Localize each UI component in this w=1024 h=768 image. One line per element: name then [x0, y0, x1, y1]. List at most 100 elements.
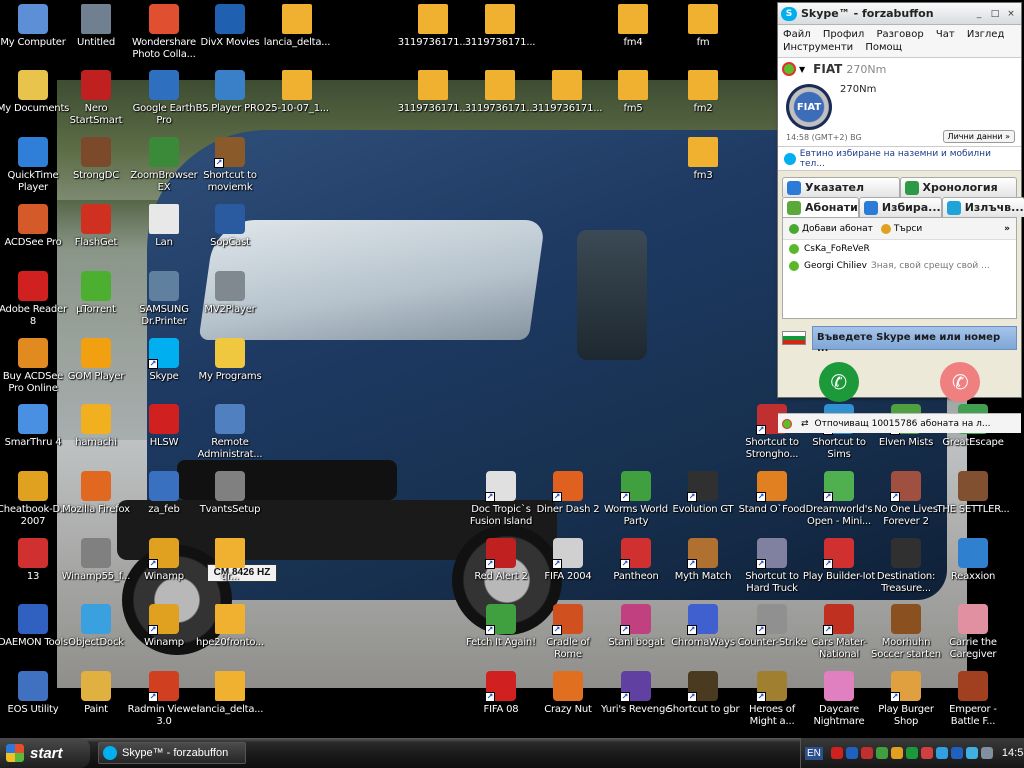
- desktop-icon[interactable]: Reaxxion: [935, 536, 1011, 602]
- desktop-icon[interactable]: Nero StartSmart: [58, 68, 134, 134]
- desktop-icon[interactable]: My Programs: [192, 336, 268, 402]
- skype-title-bar[interactable]: S Skype™ - forzabuffon _ □ ×: [778, 3, 1021, 25]
- desktop-icon[interactable]: Carrie the Caregiver: [935, 602, 1011, 668]
- desktop-icon[interactable]: ↗ Yuri's Revenge: [598, 669, 674, 735]
- desktop-icon[interactable]: ↗ Radmin Viewer 3.0: [126, 669, 202, 735]
- tray-app-icon[interactable]: [980, 747, 993, 759]
- personal-info-button[interactable]: Лични данни »: [942, 130, 1015, 143]
- desktop-icon[interactable]: fm2: [665, 68, 741, 134]
- menu-tools[interactable]: Инструменти: [783, 42, 853, 53]
- tray-app-icon[interactable]: [830, 747, 843, 759]
- desktop-icon[interactable]: ↗ FIFA 08: [463, 669, 539, 735]
- desktop-icon[interactable]: ↗ Pantheon: [598, 536, 674, 602]
- start-button[interactable]: start: [0, 738, 90, 768]
- clock[interactable]: 14:58: [1002, 747, 1024, 759]
- desktop-icon[interactable]: ↗ Skype: [126, 336, 202, 402]
- tray-app-icon[interactable]: [905, 747, 918, 759]
- call-button[interactable]: ✆: [818, 362, 859, 402]
- desktop-icon[interactable]: ↗ Worms World Party: [598, 469, 674, 535]
- desktop-icon[interactable]: hamachi: [58, 402, 134, 468]
- desktop-icon[interactable]: lancia_delta...: [192, 669, 268, 735]
- desktop-icon[interactable]: FlashGet: [58, 202, 134, 268]
- desktop-icon[interactable]: ObjectDock: [58, 602, 134, 668]
- desktop-icon[interactable]: ↗ Stand O`Food: [734, 469, 810, 535]
- desktop-icon[interactable]: ↗ Play Builder-Iot: [801, 536, 877, 602]
- tab-contacts[interactable]: Абонати: [782, 197, 859, 217]
- desktop-icon[interactable]: ↗ Red Alert 2: [463, 536, 539, 602]
- menu-view[interactable]: Изглед: [967, 29, 1005, 40]
- tray-app-icon[interactable]: [875, 747, 888, 759]
- close-button[interactable]: ×: [1004, 8, 1018, 20]
- desktop-icon[interactable]: ↗ Fetch It Again!: [463, 602, 539, 668]
- desktop-icon[interactable]: qr...: [192, 536, 268, 602]
- maximize-button[interactable]: □: [988, 8, 1002, 20]
- skype-window[interactable]: S Skype™ - forzabuffon _ □ × Файл Профил…: [777, 2, 1024, 433]
- tab-directory[interactable]: Указател: [782, 177, 900, 197]
- desktop-icon[interactable]: ↗ Winamp: [126, 536, 202, 602]
- taskbar-item-skype[interactable]: Skype™ - forzabuffon: [98, 742, 246, 764]
- profile-avatar[interactable]: FIAT: [786, 84, 832, 130]
- tray-app-icon[interactable]: [935, 747, 948, 759]
- desktop-icon[interactable]: 25-10-07_1...: [259, 68, 335, 134]
- contact-item[interactable]: CsKa_FoReVeR: [783, 240, 1016, 257]
- desktop-icon[interactable]: ↗ Play Burger Shop: [868, 669, 944, 735]
- online-status-icon[interactable]: [782, 62, 796, 76]
- desktop-icon[interactable]: Crazy Nut: [530, 669, 606, 735]
- desktop-icon[interactable]: Winamp55_f...: [58, 536, 134, 602]
- tab-broadcast[interactable]: Излъчв...: [941, 197, 1024, 217]
- desktop-icon[interactable]: ↗ Doc Tropic`s Fusion Island: [463, 469, 539, 535]
- desktop-icon[interactable]: ↗ No One Lives Forever 2: [868, 469, 944, 535]
- add-contact-button[interactable]: Добави абонат: [789, 223, 873, 234]
- tray-app-icon[interactable]: [890, 747, 903, 759]
- desktop-icon[interactable]: ↗ Winamp: [126, 602, 202, 668]
- desktop-icon[interactable]: Moorhuhn Soccer starten: [868, 602, 944, 668]
- tray-app-icon[interactable]: [920, 747, 933, 759]
- country-flag-icon[interactable]: [782, 331, 806, 345]
- desktop-icon[interactable]: ↗ Evolution GT: [665, 469, 741, 535]
- desktop-icon[interactable]: ↗ Shortcut to moviemk: [192, 135, 268, 201]
- desktop-icon[interactable]: 3119736171...: [462, 2, 538, 68]
- desktop-icon[interactable]: ↗ Dreamworld's Open - Mini...: [801, 469, 877, 535]
- tab-history[interactable]: Хронология: [899, 177, 1017, 197]
- desktop-icon[interactable]: 3119736171...: [462, 68, 538, 134]
- mood-message-field[interactable]: 270Nm: [840, 84, 876, 95]
- desktop-icon[interactable]: HLSW: [126, 402, 202, 468]
- desktop-icon[interactable]: StrongDC: [58, 135, 134, 201]
- contact-item[interactable]: Georgi Chiliev Зная, свой срещу свой ...: [783, 257, 1016, 274]
- desktop-icon[interactable]: ↗ ChromaWays: [665, 602, 741, 668]
- desktop-icon[interactable]: Mozilla Firefox: [58, 469, 134, 535]
- desktop-icon[interactable]: fm3: [665, 135, 741, 201]
- desktop-icon[interactable]: BS.Player PRO: [192, 68, 268, 134]
- desktop-icon[interactable]: DivX Movies: [192, 2, 268, 68]
- desktop-icon[interactable]: ↗ Stani bogat: [598, 602, 674, 668]
- minimize-button[interactable]: _: [972, 8, 986, 20]
- desktop-icon[interactable]: ↗ Shortcut to Hard Truck: [734, 536, 810, 602]
- desktop-icon[interactable]: TvantsSetup: [192, 469, 268, 535]
- desktop-icon[interactable]: 3119736171...: [395, 68, 471, 134]
- tray-app-icon[interactable]: [965, 747, 978, 759]
- language-indicator[interactable]: EN: [805, 746, 823, 760]
- desktop-icon[interactable]: ↗ Heroes of Might a...: [734, 669, 810, 735]
- menu-file[interactable]: Файл: [783, 29, 811, 40]
- desktop-icon[interactable]: hpe20fronto...: [192, 602, 268, 668]
- desktop-icon[interactable]: MV2Player: [192, 269, 268, 335]
- desktop-icon[interactable]: lancia_delta...: [259, 2, 335, 68]
- tray-app-icon[interactable]: [845, 747, 858, 759]
- desktop-icon[interactable]: ZoomBrowser EX: [126, 135, 202, 201]
- desktop-icon[interactable]: ↗ FIFA 2004: [530, 536, 606, 602]
- desktop-icon[interactable]: Remote Administrat...: [192, 402, 268, 468]
- desktop-icon[interactable]: Wondershare Photo Colla...: [126, 2, 202, 68]
- desktop-icon[interactable]: Lan: [126, 202, 202, 268]
- search-button[interactable]: Търси: [880, 223, 922, 234]
- desktop-icon[interactable]: ↗ Diner Dash 2: [530, 469, 606, 535]
- desktop-icon[interactable]: za_feb: [126, 469, 202, 535]
- desktop-icon[interactable]: Paint: [58, 669, 134, 735]
- desktop-icon[interactable]: Untitled: [58, 2, 134, 68]
- desktop-icon[interactable]: Emperor - Battle F...: [935, 669, 1011, 735]
- menu-profile[interactable]: Профил: [823, 29, 864, 40]
- desktop-icon[interactable]: ↗ Shortcut to gbr: [665, 669, 741, 735]
- status-icon[interactable]: [782, 418, 792, 429]
- desktop-icon[interactable]: ↗ Myth Match: [665, 536, 741, 602]
- desktop-icon[interactable]: SopCast: [192, 202, 268, 268]
- menu-help[interactable]: Помощ: [865, 42, 902, 53]
